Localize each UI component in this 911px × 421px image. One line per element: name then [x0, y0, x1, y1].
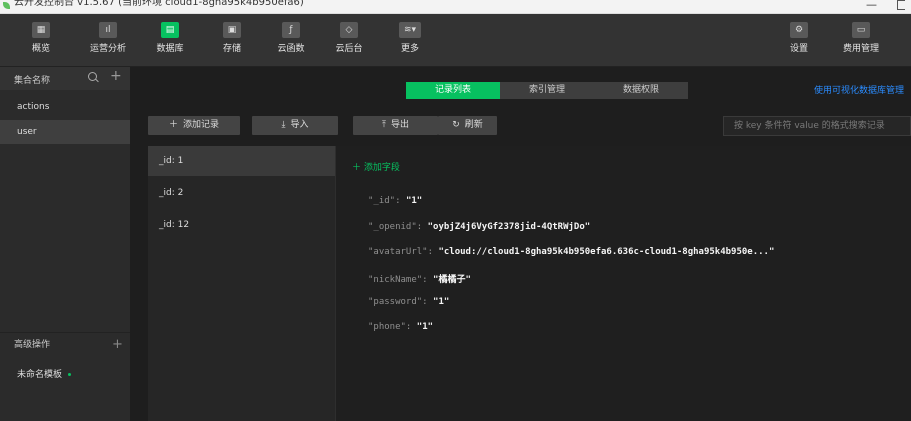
- field-id[interactable]: "_id": "1": [368, 196, 422, 206]
- export-label: 导出: [390, 120, 409, 130]
- minimize-icon[interactable]: —: [866, 0, 877, 11]
- window-titlebar: 云开发控制台 v1.5.67 (当前环境 cloud1-8gha95k4b950…: [0, 0, 911, 14]
- toolbar-item-storage[interactable]: ▣ 存储: [212, 22, 252, 54]
- refresh-button[interactable]: ↻ 刷新: [438, 116, 497, 135]
- toolbar-item-label: 云后台: [335, 44, 363, 54]
- status-dot-icon: [68, 373, 72, 376]
- field-value: "1": [433, 297, 450, 307]
- layers-icon: ≋▾: [399, 22, 421, 38]
- toolbar-item-overview[interactable]: ▦ 概览: [21, 22, 61, 54]
- search-records-input[interactable]: [723, 116, 911, 136]
- toolbar-item-billing[interactable]: ▭ 费用管理: [841, 22, 881, 54]
- field-password[interactable]: "password": "1": [368, 297, 449, 307]
- add-record-button[interactable]: ＋ 添加记录: [148, 116, 240, 135]
- advanced-operations-label: 高级操作: [14, 340, 51, 350]
- app-logo-icon: [3, 2, 10, 9]
- tab-records[interactable]: 记录列表: [406, 82, 500, 99]
- export-button[interactable]: ⤒ 导出: [353, 116, 438, 135]
- grid-icon: ▦: [32, 22, 50, 38]
- field-phone[interactable]: "phone": "1": [368, 322, 433, 332]
- toolbar-item-label: 存储: [222, 44, 241, 54]
- field-value: "cloud://cloud1-8gha95k4b950efa6.636c-cl…: [438, 247, 775, 257]
- record-item[interactable]: _id: 1: [148, 146, 335, 176]
- add-record-label: 添加记录: [183, 120, 220, 130]
- toolbar-item-label: 费用管理: [842, 44, 879, 54]
- window-title: 云开发控制台 v1.5.67 (当前环境 cloud1-8gha95k4b950…: [14, 0, 304, 8]
- add-template-icon[interactable]: +: [112, 333, 123, 357]
- collection-header: 集合名称 +: [0, 67, 130, 90]
- save-icon: ▣: [223, 22, 241, 38]
- database-icon: ▤: [161, 22, 179, 38]
- visual-db-link[interactable]: 使用可视化数据库管理: [814, 83, 904, 96]
- field-value: "橘橘子": [433, 275, 471, 285]
- field-avatarurl[interactable]: "avatarUrl": "cloud://cloud1-8gha95k4b95…: [368, 247, 774, 257]
- field-nickname[interactable]: "nickName": "橘橘子": [368, 272, 471, 285]
- import-button[interactable]: ⤓ 导入: [252, 116, 338, 135]
- field-key: "avatarUrl":: [368, 247, 434, 257]
- upload-icon: ⤒: [382, 120, 386, 130]
- toolbar-item-database[interactable]: ▤ 数据库: [150, 22, 190, 54]
- collection-item-user[interactable]: user: [0, 120, 130, 144]
- toolbar-item-label: 运营分析: [89, 44, 126, 54]
- add-collection-icon[interactable]: +: [110, 68, 122, 84]
- advanced-operations-header: 高级操作 +: [0, 332, 130, 356]
- collection-sidebar: 集合名称 + actions user 高级操作 + 未命名模板: [0, 67, 130, 421]
- toolbar-item-label: 云函数: [277, 44, 305, 54]
- tab-permissions[interactable]: 数据权限: [594, 82, 688, 99]
- template-label: 未命名模板: [17, 370, 63, 380]
- toolbar-item-label: 数据库: [156, 44, 184, 54]
- maximize-icon[interactable]: [897, 0, 905, 10]
- refresh-label: 刷新: [464, 120, 483, 130]
- refresh-icon: ↻: [452, 120, 460, 130]
- record-item[interactable]: _id: 2: [148, 178, 335, 208]
- search-icon[interactable]: [88, 72, 97, 81]
- field-key: "_id":: [368, 196, 401, 206]
- field-value: "oybjZ4j6VyGf2378jid-4QtRWjDo": [427, 222, 591, 232]
- add-field-label: 添加字段: [363, 163, 400, 173]
- download-icon: ⤓: [281, 120, 286, 130]
- import-label: 导入: [290, 120, 309, 130]
- toolbar-item-label: 概览: [31, 44, 50, 54]
- template-item[interactable]: 未命名模板: [17, 367, 72, 380]
- record-list: _id: 1 _id: 2 _id: 12: [148, 146, 335, 421]
- field-key: "nickName":: [368, 275, 428, 285]
- plus-icon: ＋: [352, 163, 364, 173]
- toolbar-item-label: 更多: [400, 44, 419, 54]
- field-value: "1": [405, 196, 423, 206]
- toolbar-item-more[interactable]: ≋▾ 更多: [390, 22, 430, 54]
- field-openid[interactable]: "_openid": "oybjZ4j6VyGf2378jid-4QtRWjDo…: [368, 222, 590, 232]
- toolbar-item-label: 设置: [789, 44, 808, 54]
- add-field-button[interactable]: ＋ 添加字段: [352, 160, 400, 173]
- field-key: "_openid":: [368, 222, 423, 232]
- toolbar-item-cloud-backend[interactable]: ◇ 云后台: [329, 22, 369, 54]
- field-key: "password":: [368, 297, 428, 307]
- wallet-icon: ▭: [852, 22, 870, 38]
- toolbar-item-functions[interactable]: ƒ 云函数: [271, 22, 311, 54]
- field-value: "1": [416, 322, 434, 332]
- collection-header-label: 集合名称: [14, 76, 51, 86]
- record-item[interactable]: _id: 12: [148, 210, 335, 240]
- toolbar-item-settings[interactable]: ⚙ 设置: [779, 22, 819, 54]
- function-icon: ƒ: [282, 22, 300, 38]
- cube-icon: ◇: [340, 22, 358, 38]
- gear-icon: ⚙: [790, 22, 808, 38]
- plus-icon: ＋: [168, 120, 178, 130]
- field-key: "phone":: [368, 322, 412, 332]
- toolbar-item-analytics[interactable]: ıl 运营分析: [88, 22, 128, 54]
- tab-indexes[interactable]: 索引管理: [500, 82, 594, 99]
- main-toolbar: ▦ 概览 ıl 运营分析 ▤ 数据库 ▣ 存储 ƒ 云函数 ◇ 云后台 ≋▾ 更…: [0, 14, 911, 67]
- bar-chart-icon: ıl: [99, 22, 117, 38]
- collection-item-actions[interactable]: actions: [0, 95, 130, 119]
